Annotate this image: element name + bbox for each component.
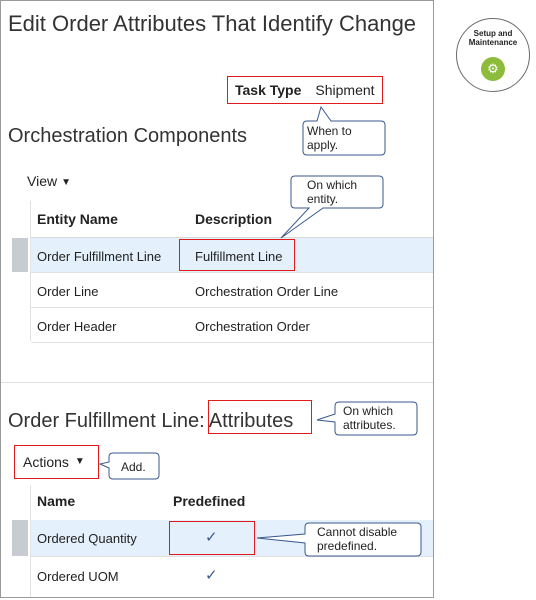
table-row[interactable]: Order Header Orchestration Order (31, 308, 433, 343)
attribute-name-cell: Ordered Quantity (37, 531, 137, 546)
task-type-label: Task Type (235, 82, 302, 98)
highlight-fulfillment-line (179, 239, 295, 271)
predefined-check-icon: ✓ (205, 567, 218, 584)
gears-icon: ⚙ (481, 57, 505, 81)
column-header-description: Description (195, 211, 273, 227)
highlight-attributes (208, 400, 312, 434)
callout-attrs-text: On which attributes. (343, 404, 396, 432)
attribute-name-cell: Ordered UOM (37, 569, 119, 584)
components-heading: Orchestration Components (8, 125, 248, 147)
page-title: Edit Order Attributes That Identify Chan… (8, 11, 417, 36)
description-cell: Orchestration Order Line (195, 284, 339, 299)
column-header-entity-name: Entity Name (37, 211, 118, 227)
setup-maintenance-badge: Setup and Maintenance ⚙ (456, 18, 530, 92)
highlight-predefined-check (169, 521, 255, 555)
table-row[interactable]: Order Line Orchestration Order Line (31, 273, 433, 308)
column-header-name: Name (37, 493, 76, 509)
table-row[interactable]: Ordered UOM ✓ (31, 558, 433, 594)
callout-add-text: Add. (121, 460, 146, 474)
screen-frame: Edit Order Attributes That Identify Chan… (0, 0, 434, 598)
attributes-table-header: Name Predefined (31, 485, 433, 519)
entity-name-cell: Order Fulfillment Line (37, 249, 162, 264)
entity-name-cell: Order Line (37, 284, 99, 299)
view-menu-label: View (27, 173, 58, 189)
callout-entity-text: On which entity. (307, 178, 358, 206)
row-selected-indicator (12, 520, 28, 556)
badge-text: Setup and Maintenance (468, 29, 518, 47)
view-menu[interactable]: View ▼ (27, 173, 71, 189)
description-cell: Orchestration Order (195, 319, 310, 334)
actions-menu[interactable]: Actions ▼ (14, 445, 99, 479)
task-type-value: Shipment (315, 82, 375, 98)
task-type-field: Task Type Shipment (227, 76, 383, 104)
column-header-predefined: Predefined (173, 493, 246, 509)
entity-name-cell: Order Header (37, 319, 117, 334)
row-selected-indicator (12, 238, 28, 272)
caret-down-icon: ▼ (74, 455, 85, 467)
callout-when-text: When to apply. (307, 124, 352, 152)
actions-menu-label: Actions (23, 454, 69, 470)
caret-down-icon: ▼ (61, 177, 71, 188)
callout-cannot-disable-text: Cannot disable predefined. (317, 525, 398, 553)
section-divider (1, 382, 433, 383)
attributes-heading-prefix: Order Fulfillment Line: (8, 410, 205, 432)
